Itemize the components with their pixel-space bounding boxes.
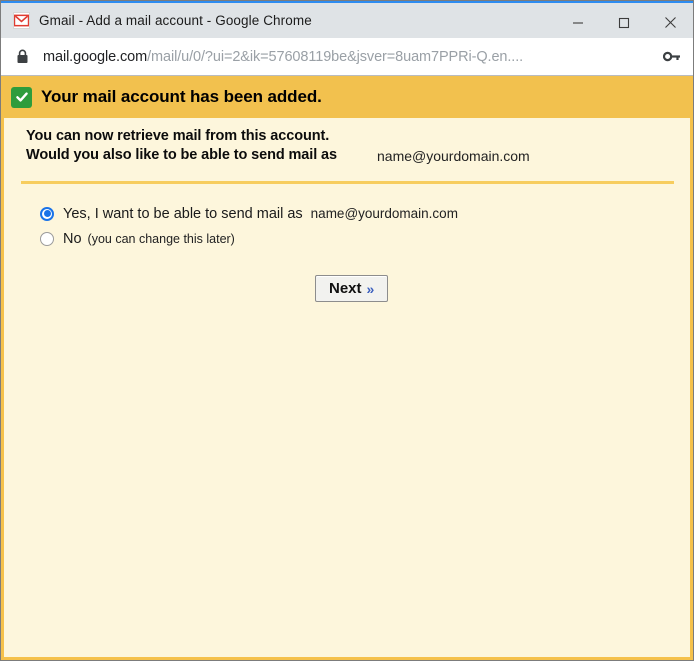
next-button-wrap: Next» [26, 275, 690, 302]
banner-title: Your mail account has been added. [41, 87, 322, 106]
option-label-no: No [63, 230, 82, 247]
option-email-yes: name@yourdomain.com [310, 206, 458, 221]
option-row-yes[interactable]: Yes, I want to be able to send mail as n… [40, 201, 690, 226]
close-button[interactable] [647, 5, 693, 40]
maximize-button[interactable] [601, 5, 647, 40]
maximize-icon [618, 17, 630, 28]
option-row-no[interactable]: No (you can change this later) [40, 226, 690, 251]
next-button[interactable]: Next» [315, 275, 389, 302]
minimize-icon [573, 21, 583, 24]
info-line-2-email: name@yourdomain.com [374, 148, 530, 164]
option-label-yes: Yes, I want to be able to send mail as [63, 205, 303, 222]
option-hint-no: (you can change this later) [87, 231, 235, 246]
lock-icon[interactable] [16, 49, 29, 64]
title-bar: Gmail - Add a mail account - Google Chro… [1, 1, 693, 38]
next-button-chevron: » [366, 280, 375, 297]
key-icon[interactable] [663, 50, 681, 64]
success-banner: Your mail account has been added. [4, 76, 690, 118]
window-controls [555, 5, 693, 40]
info-line-1: You can now retrieve mail from this acco… [26, 128, 330, 144]
close-icon [664, 17, 676, 28]
divider [21, 181, 674, 184]
minimize-button[interactable] [555, 5, 601, 40]
green-check-icon [11, 86, 32, 108]
body-area: You can now retrieve mail from this acco… [4, 118, 690, 657]
browser-window: Gmail - Add a mail account - Google Chro… [0, 0, 694, 661]
url-text[interactable]: mail.google.com/mail/u/0/?ui=2&ik=576081… [43, 49, 655, 65]
url-host: mail.google.com [43, 48, 148, 65]
page-content: Your mail account has been added. You ca… [1, 76, 693, 660]
address-bar[interactable]: mail.google.com/mail/u/0/?ui=2&ik=576081… [1, 38, 693, 76]
radio-yes[interactable] [40, 206, 54, 221]
info-line-2-wrap: Would you also like to be able to send m… [26, 147, 690, 167]
next-button-label: Next [329, 280, 362, 297]
send-as-options: Yes, I want to be able to send mail as n… [26, 201, 690, 251]
gmail-icon [13, 12, 30, 29]
window-title: Gmail - Add a mail account - Google Chro… [39, 13, 312, 28]
radio-no[interactable] [40, 231, 54, 246]
info-line-2: Would you also like to be able to send m… [26, 147, 337, 163]
url-path: /mail/u/0/?ui=2&ik=57608119be&jsver=8uam… [147, 48, 524, 65]
